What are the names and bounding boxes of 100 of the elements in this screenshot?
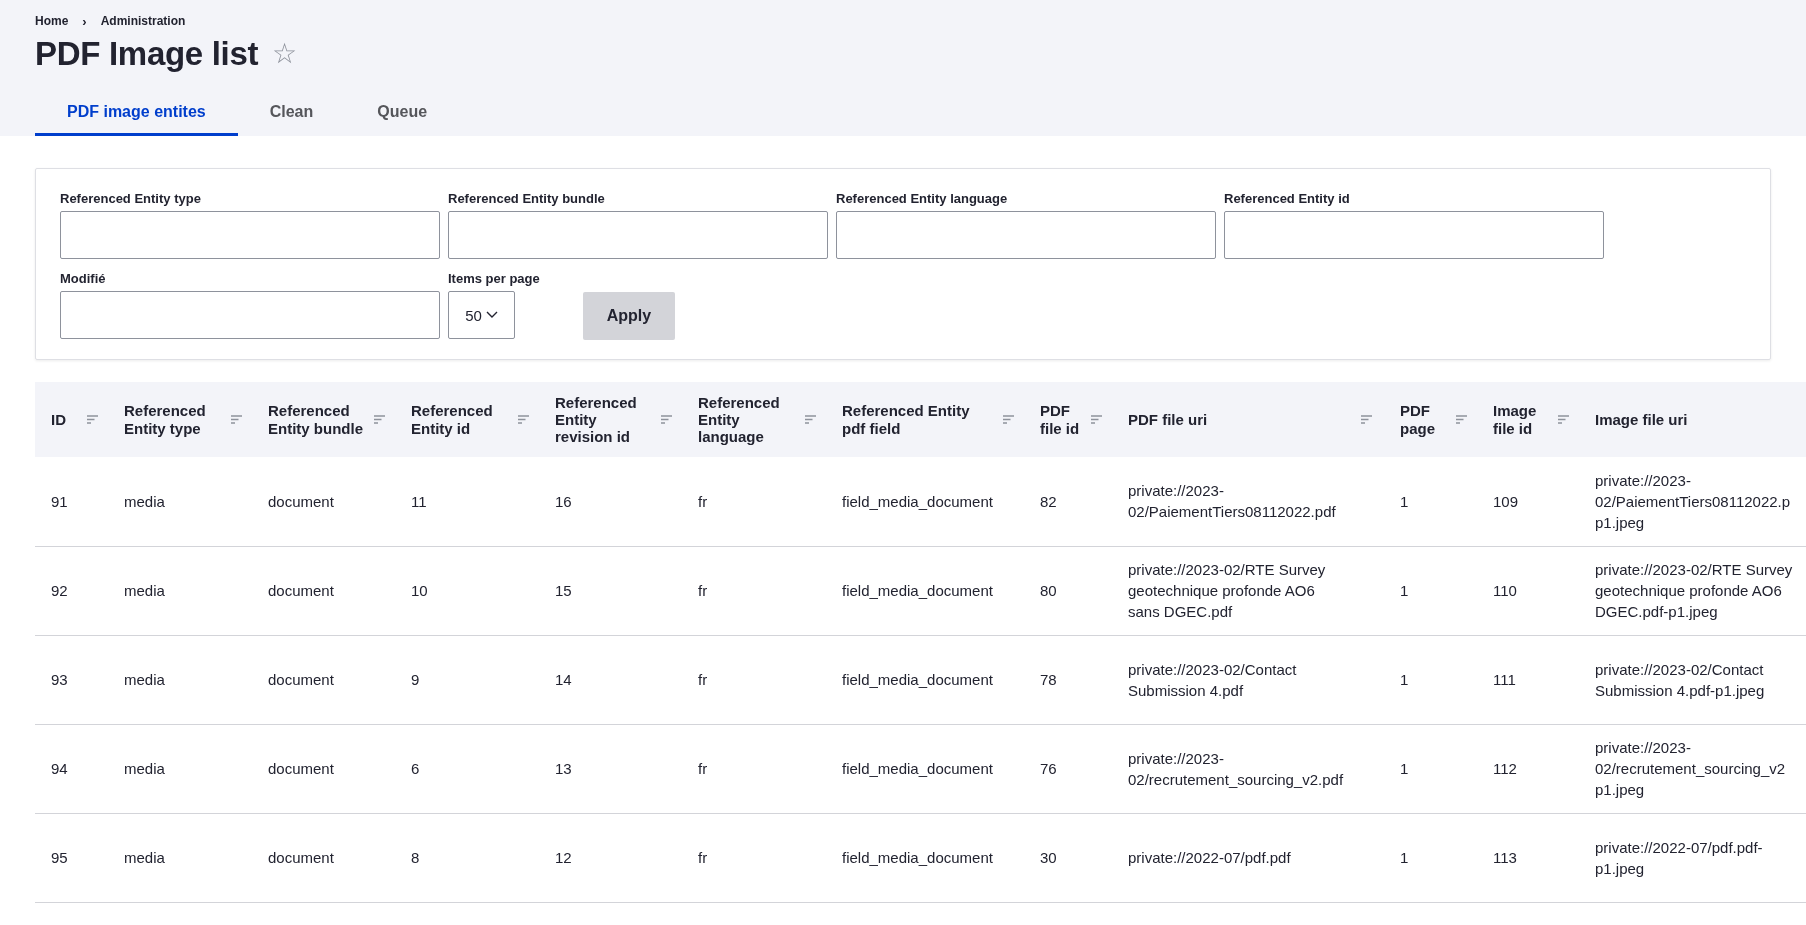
table-cell: private://2022-07/pdf.pdf — [1128, 849, 1291, 866]
sort-icon — [518, 415, 529, 424]
apply-button[interactable]: Apply — [582, 292, 676, 340]
table-cell: private://2023- 02/PaiementTiers08112022.p p1.jpeg — [1595, 471, 1791, 531]
table-cell: private://2023-02/recrutement_sourcing_v2.pdf — [1128, 749, 1344, 788]
breadcrumb-link[interactable]: Administration — [100, 14, 186, 29]
table-cell: field_media_document — [842, 849, 993, 866]
table-cell: document — [268, 671, 334, 688]
field-label: Referenced Entity type — [60, 191, 202, 206]
sort-icon — [1361, 415, 1372, 424]
table-cell: media — [124, 849, 165, 866]
table-cell: private://2023-02/Contact Submission 4.pdf — [1128, 660, 1297, 699]
sort-icon — [1003, 415, 1014, 424]
field-label: Referenced Entity id — [1224, 191, 1351, 206]
table-cell: 8 — [411, 849, 420, 866]
column-header[interactable]: ID — [35, 382, 108, 457]
tab[interactable]: Clean — [237, 93, 346, 136]
tab[interactable]: PDF image entites — [35, 93, 238, 136]
table-cell: 9 — [411, 671, 420, 688]
table-cell: private://2023-02/RTE Survey geotechnique profonde AO6 DGEC.pdf-p1.jpeg — [1595, 561, 1793, 620]
column-header[interactable]: Referenced Entity language — [682, 382, 826, 457]
table-cell: field_media_document — [842, 582, 993, 599]
table-cell: 12 — [555, 849, 572, 866]
table-cell: 30 — [1040, 849, 1057, 866]
table-cell: 14 — [555, 671, 572, 688]
sort-icon — [87, 415, 98, 424]
column-header[interactable]: Referenced Entity bundle — [252, 382, 395, 457]
table-cell: 15 — [555, 582, 572, 599]
table-cell: private://2023- 02/recrutement_sourcing_v2 p1.jpeg — [1595, 739, 1786, 798]
table-cell: media — [124, 671, 165, 688]
sort-icon — [1558, 415, 1569, 424]
table-cell: 76 — [1040, 760, 1057, 777]
page-title: PDF Image list — [35, 35, 259, 73]
table-cell: fr — [698, 760, 708, 777]
table-cell: document — [268, 492, 334, 510]
table-cell: private://2023-02/RTE Survey geotechnique profonde AO6 sans DGEC.pdf — [1128, 561, 1326, 620]
column-header[interactable]: Referenced Entity type — [108, 382, 252, 457]
table-cell: 95 — [51, 849, 68, 866]
field-label: Referenced Entity bundle — [448, 191, 606, 206]
column-header[interactable]: PDF file uri — [1112, 382, 1384, 457]
table-cell: field_media_document — [842, 671, 993, 688]
table-cell: 10 — [411, 582, 428, 599]
sort-icon — [661, 415, 672, 424]
breadcrumb-separator: › — [82, 14, 87, 29]
table-cell: document — [268, 760, 334, 777]
field-label: Referenced Entity language — [836, 191, 1009, 206]
input-field[interactable] — [60, 291, 440, 339]
column-title: Referenced Entity bundle — [268, 402, 364, 437]
table-cell: 94 — [51, 760, 68, 777]
column-title: PDF page — [1400, 402, 1436, 437]
table-cell: 80 — [1040, 582, 1057, 599]
tab[interactable]: Queue — [345, 93, 460, 136]
table-cell: 1 — [1400, 492, 1409, 510]
table-cell: 16 — [555, 492, 572, 510]
column-title: Referenced Entity id — [411, 402, 494, 437]
table-cell: 111 — [1493, 671, 1516, 688]
input-field[interactable] — [448, 211, 828, 259]
table-cell: 82 — [1040, 492, 1057, 510]
column-header[interactable]: Referenced Entity revision id — [539, 382, 682, 457]
input-field[interactable] — [60, 211, 440, 259]
column-header[interactable]: PDF page — [1384, 382, 1477, 457]
table-cell: 91 — [51, 492, 68, 510]
table-cell: document — [268, 582, 334, 599]
sort-icon — [374, 415, 385, 424]
table-cell: document — [268, 849, 334, 866]
table-cell: media — [124, 492, 165, 510]
table-cell: 1 — [1400, 671, 1409, 688]
table-cell: 93 — [51, 671, 68, 688]
chevron-down-icon — [485, 311, 498, 319]
table-cell: fr — [698, 849, 708, 866]
column-header[interactable]: Referenced Entity pdf field — [826, 382, 1024, 457]
table-cell: 1 — [1400, 849, 1409, 866]
sort-icon — [1091, 415, 1102, 424]
table-cell: 112 — [1493, 760, 1517, 777]
table-cell: media — [124, 582, 165, 599]
table-cell: fr — [698, 582, 708, 599]
table-cell: 6 — [411, 760, 420, 777]
table-cell: private://2022-07/pdf.pdf- p1.jpeg — [1595, 838, 1763, 877]
input-field[interactable] — [836, 211, 1216, 259]
column-title: PDF file id — [1040, 402, 1081, 437]
column-title: Referenced Entity pdf field — [842, 402, 971, 437]
breadcrumb-link[interactable]: Home — [35, 14, 69, 29]
input-field[interactable] — [1224, 211, 1604, 259]
table-cell: 1 — [1400, 582, 1409, 599]
column-header[interactable]: PDF file id — [1024, 382, 1112, 457]
table-cell: field_media_document — [842, 492, 993, 510]
field-label: Modifié — [60, 271, 107, 286]
items-per-page-select[interactable]: 50 — [448, 291, 515, 339]
column-header[interactable]: Image file id — [1477, 382, 1579, 457]
table-cell: fr — [698, 492, 708, 510]
table-cell: 109 — [1493, 492, 1519, 510]
table-cell: field_media_document — [842, 760, 993, 777]
table-cell: media — [124, 760, 165, 777]
table-cell: fr — [698, 671, 708, 688]
sort-icon — [1456, 415, 1467, 424]
column-title: Referenced Entity language — [698, 393, 781, 446]
table-cell: 13 — [555, 760, 572, 777]
table-cell: 11 — [411, 492, 427, 510]
column-header[interactable]: Referenced Entity id — [395, 382, 539, 457]
table-cell: 113 — [1493, 849, 1517, 866]
